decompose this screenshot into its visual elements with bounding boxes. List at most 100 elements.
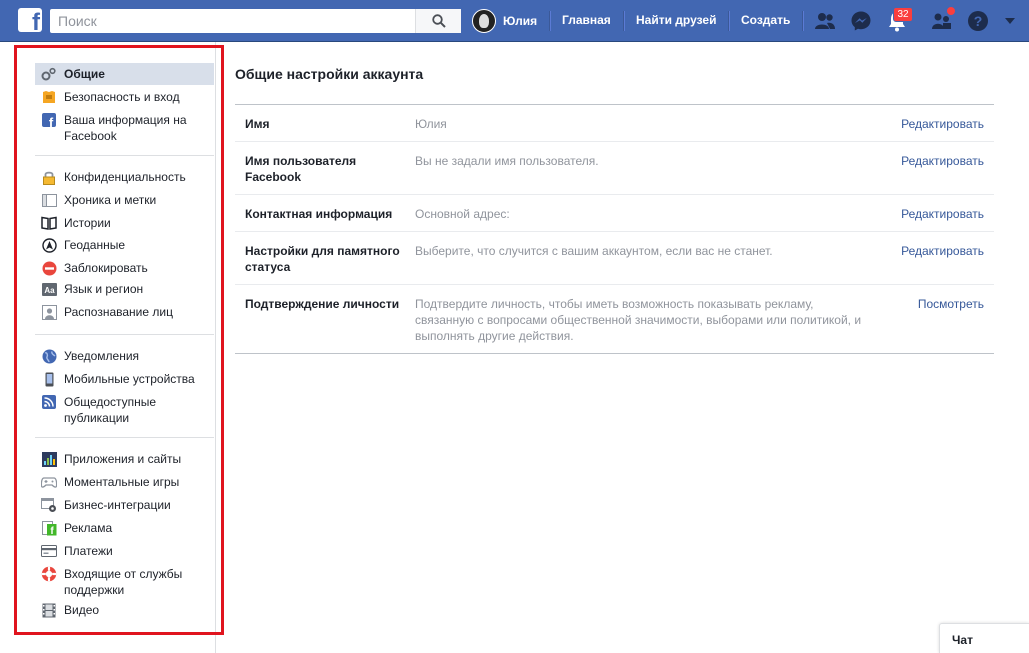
- sidebar-item-label: Заблокировать: [64, 261, 148, 275]
- sidebar-item-video[interactable]: Видео: [35, 599, 214, 621]
- settings-row-memorialization[interactable]: Настройки для памятного статуса Выберите…: [235, 243, 994, 283]
- sidebar-item-label: Безопасность и вход: [64, 90, 180, 104]
- apps-icon: [41, 451, 57, 467]
- ads-icon: f: [41, 520, 57, 536]
- sidebar-item-language[interactable]: Aa Язык и регион: [35, 278, 214, 300]
- nav-divider: [623, 11, 624, 31]
- globe-icon: [41, 348, 57, 364]
- badge-icon: [41, 89, 57, 105]
- svg-text:?: ?: [974, 13, 983, 29]
- sidebar-item-stories[interactable]: Истории: [35, 212, 214, 234]
- sidebar-item-label: Истории: [64, 216, 111, 230]
- sidebar-item-label: Общие: [64, 67, 105, 81]
- sidebar-item-instant-games[interactable]: Моментальные игры: [35, 471, 214, 493]
- sidebar-item-mobile[interactable]: Мобильные устройства: [35, 368, 214, 390]
- row-label: Имя пользователя Facebook: [245, 154, 357, 184]
- sidebar-item-security[interactable]: Безопасность и вход: [35, 86, 214, 108]
- lock-icon: [41, 169, 57, 185]
- messenger-icon[interactable]: [849, 9, 873, 33]
- sidebar-item-label: Видео: [64, 603, 100, 617]
- row-label: Настройки для памятного статуса: [245, 244, 400, 274]
- sidebar-item-your-info[interactable]: f Ваша информация на Facebook: [35, 109, 214, 147]
- sidebar-separator: [35, 437, 214, 438]
- gears-icon: [41, 66, 57, 82]
- view-link[interactable]: Посмотреть: [918, 296, 984, 312]
- svg-text:f: f: [49, 115, 54, 127]
- settings-row-contact[interactable]: Контактная информация Основной адрес: Ре…: [235, 206, 994, 230]
- sidebar-item-general[interactable]: Общие: [35, 63, 214, 85]
- nav-divider: [549, 11, 550, 31]
- sidebar-item-ads[interactable]: f Реклама: [35, 517, 214, 539]
- sidebar-item-payments[interactable]: Платежи: [35, 540, 214, 562]
- chat-label: Чат: [952, 633, 973, 647]
- search-button[interactable]: [415, 9, 461, 33]
- business-icon: [41, 497, 57, 513]
- chat-button[interactable]: Чат: [939, 623, 1029, 653]
- search-input[interactable]: [50, 9, 410, 33]
- edit-link[interactable]: Редактировать: [901, 243, 984, 259]
- row-divider: [235, 141, 994, 142]
- sidebar-item-label: Платежи: [64, 544, 113, 558]
- help-icon[interactable]: ?: [966, 9, 990, 33]
- nav-find-friends-link[interactable]: Найти друзей: [636, 13, 716, 27]
- search-box: [50, 9, 461, 33]
- sidebar-item-label: Моментальные игры: [64, 475, 180, 489]
- settings-row-identity[interactable]: Подтверждение личности Подтвердите лично…: [235, 296, 994, 348]
- timeline-icon: [41, 192, 57, 208]
- row-value: Основной адрес:: [415, 207, 510, 221]
- row-divider: [235, 194, 994, 195]
- friend-requests-icon[interactable]: [813, 9, 837, 33]
- gamepad-icon: [41, 474, 57, 490]
- row-divider: [235, 231, 994, 232]
- sidebar-item-label: Хроника и метки: [64, 193, 157, 207]
- sidebar-item-notifications[interactable]: Уведомления: [35, 345, 214, 367]
- settings-row-username[interactable]: Имя пользователя Facebook Вы не задали и…: [235, 153, 994, 193]
- table-top-border: [235, 104, 994, 105]
- page-title: Общие настройки аккаунта: [235, 66, 424, 82]
- nav-divider: [802, 11, 803, 31]
- face-icon: [41, 304, 57, 320]
- location-icon: [41, 237, 57, 253]
- table-bottom-border: [235, 353, 994, 354]
- nav-home-link[interactable]: Главная: [562, 13, 611, 27]
- row-divider: [235, 284, 994, 285]
- film-icon: [41, 602, 57, 618]
- book-icon: [41, 215, 57, 231]
- sidebar-item-label: Приложения и сайты: [64, 452, 182, 466]
- lifebuoy-icon: [41, 566, 57, 582]
- profile-link[interactable]: Юлия: [472, 8, 537, 34]
- sidebar-item-business-integrations[interactable]: Бизнес-интеграции: [35, 494, 214, 516]
- sidebar-item-label: Общедоступные публикации: [64, 395, 157, 425]
- sidebar-item-label: Мобильные устройства: [64, 372, 195, 386]
- sidebar-item-apps[interactable]: Приложения и сайты: [35, 448, 214, 470]
- rss-icon: [41, 394, 57, 410]
- sidebar-item-location[interactable]: Геоданные: [35, 234, 214, 256]
- top-navigation-bar: f Юлия Главная Найти друзей Создать 32 ?: [0, 0, 1029, 42]
- sidebar-item-label: Распознавание лиц: [64, 305, 173, 319]
- sidebar-item-timeline[interactable]: Хроника и метки: [35, 189, 214, 211]
- sidebar-separator: [35, 155, 214, 156]
- sidebar-item-privacy[interactable]: Конфиденциальность: [35, 166, 214, 188]
- sidebar-item-blocking[interactable]: Заблокировать: [35, 257, 214, 279]
- edit-link[interactable]: Редактировать: [901, 153, 984, 169]
- sidebar-item-label: Язык и регион: [64, 282, 144, 296]
- avatar: [472, 9, 496, 33]
- sidebar-item-face-recognition[interactable]: Распознавание лиц: [35, 301, 214, 323]
- account-menu-caret-icon[interactable]: [1002, 9, 1018, 33]
- facebook-icon: f: [41, 112, 57, 128]
- sidebar-item-label: Входящие от службы поддержки: [64, 567, 183, 597]
- sidebar-item-label: Конфиденциальность: [64, 170, 186, 184]
- row-value: Вы не задали имя пользователя.: [415, 154, 599, 168]
- svg-text:Aa: Aa: [44, 286, 55, 295]
- edit-link[interactable]: Редактировать: [901, 206, 984, 222]
- nav-create-link[interactable]: Создать: [741, 13, 790, 27]
- sidebar-item-public-posts[interactable]: Общедоступные публикации: [35, 391, 214, 429]
- search-icon: [431, 14, 446, 28]
- settings-row-name[interactable]: Имя Юлия Редактировать: [235, 116, 994, 140]
- row-label: Имя: [245, 117, 270, 131]
- sidebar-item-support-inbox[interactable]: Входящие от службы поддержки: [35, 563, 214, 601]
- sidebar-item-label: Геоданные: [64, 238, 126, 252]
- edit-link[interactable]: Редактировать: [901, 116, 984, 132]
- nav-divider: [728, 11, 729, 31]
- facebook-logo-icon[interactable]: f: [18, 8, 42, 32]
